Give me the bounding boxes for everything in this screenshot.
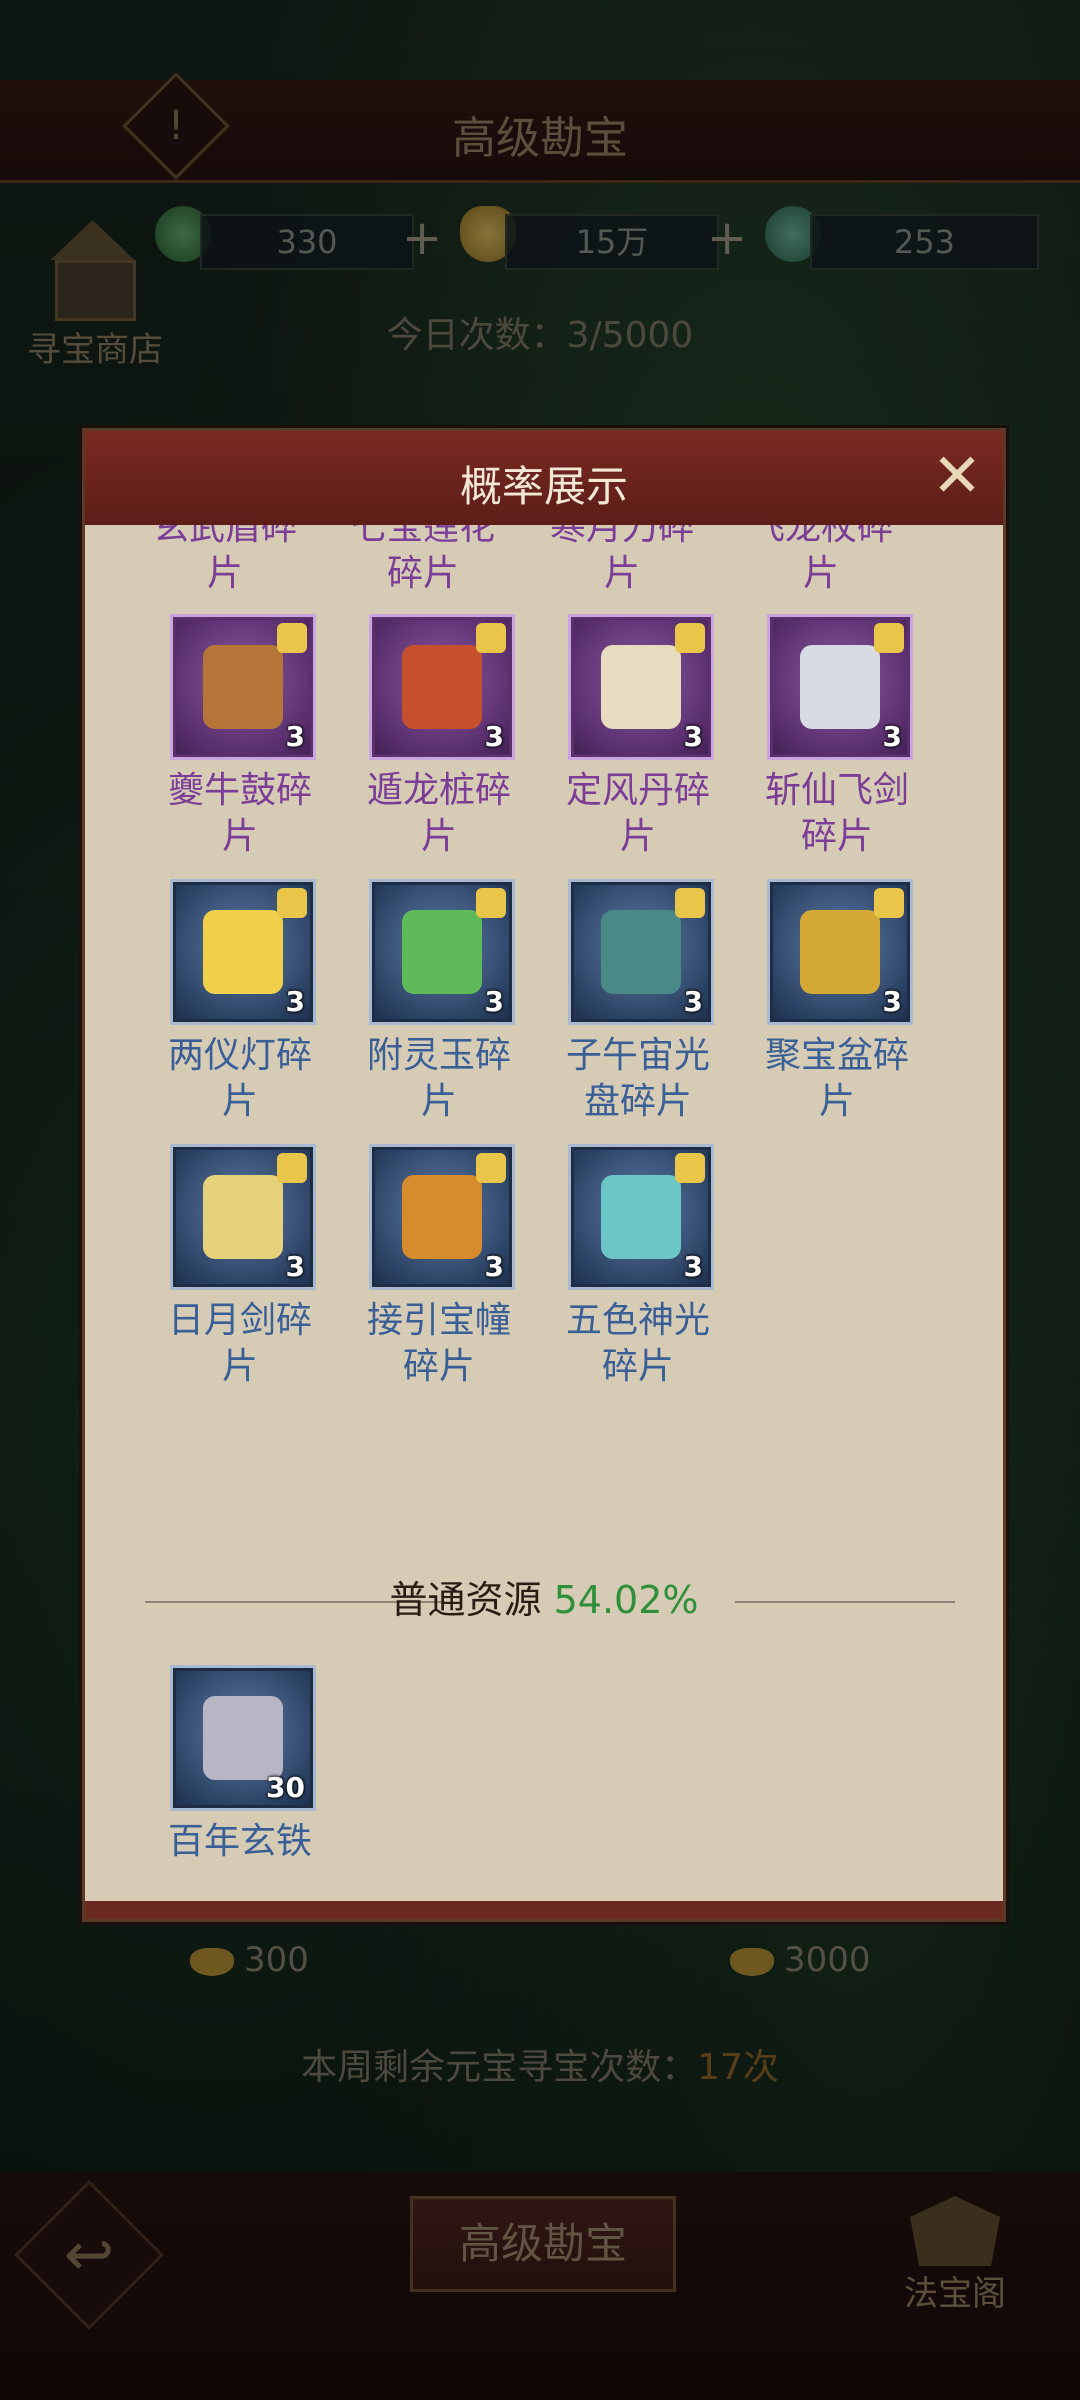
item-slot[interactable]: 3	[767, 614, 913, 760]
close-icon: ✕	[931, 441, 983, 511]
item-name: 五色神光 碎片	[565, 1300, 710, 1387]
close-button[interactable]: ✕	[929, 446, 985, 507]
item-count: 3	[484, 985, 504, 1018]
item-slot[interactable]: 3	[568, 879, 714, 1025]
puzzle-piece-icon	[476, 888, 506, 918]
puzzle-piece-icon	[675, 623, 705, 653]
item-slot[interactable]: 3	[369, 1144, 515, 1290]
item-count: 3	[683, 720, 703, 753]
item-art-icon	[601, 1175, 681, 1259]
puzzle-piece-icon	[277, 888, 307, 918]
item-name: 寒月刀碎片	[549, 525, 694, 594]
item-slot[interactable]: 30	[170, 1665, 316, 1811]
item-name: 百年玄铁	[167, 1821, 312, 1862]
puzzle-piece-icon	[277, 623, 307, 653]
item-art-icon	[800, 645, 880, 729]
modal-header: 概率展示 ✕	[85, 431, 1003, 525]
item-count: 3	[285, 985, 305, 1018]
modal-title: 概率展示	[459, 462, 628, 511]
modal-scroll-content[interactable]: 玄武盾碎片 七宝莲花 碎片 寒月刀碎片 飞龙杖碎片 3 夔牛鼓碎片 3 遁龙桩碎片 3 定风…	[85, 525, 1003, 1901]
section-percent: 54.02%	[553, 1578, 699, 1622]
puzzle-piece-icon	[476, 623, 506, 653]
item-name: 斩仙飞剑 碎片	[764, 770, 909, 857]
item-slot[interactable]: 3	[170, 614, 316, 760]
item-count: 3	[882, 720, 902, 753]
item-name: 附灵玉碎片	[366, 1035, 511, 1122]
puzzle-piece-icon	[675, 1153, 705, 1183]
item-slot[interactable]: 3	[568, 614, 714, 760]
item-name: 七宝莲花 碎片	[350, 525, 495, 594]
item-slot[interactable]: 3	[568, 1144, 714, 1290]
item-name: 夔牛鼓碎片	[167, 770, 312, 857]
item-art-icon	[203, 645, 283, 729]
item-art-icon	[203, 910, 283, 994]
item-name: 子午宙光 盘碎片	[565, 1035, 710, 1122]
item-art-icon	[601, 645, 681, 729]
item-slot[interactable]: 3	[767, 879, 913, 1025]
item-name: 定风丹碎片	[565, 770, 710, 857]
item-count: 30	[266, 1771, 305, 1804]
item-art-icon	[800, 910, 880, 994]
item-name: 飞龙杖碎片	[748, 525, 893, 594]
puzzle-piece-icon	[874, 888, 904, 918]
item-count: 3	[683, 985, 703, 1018]
divider-right	[735, 1601, 955, 1603]
item-slot[interactable]: 3	[369, 879, 515, 1025]
probability-modal: 概率展示 ✕ 玄武盾碎片 七宝莲花 碎片 寒月刀碎片 飞龙杖碎片 3 夔牛鼓碎片 3 遁…	[82, 428, 1006, 1922]
item-count: 3	[484, 720, 504, 753]
item-name: 两仪灯碎片	[167, 1035, 312, 1122]
item-art-icon	[402, 645, 482, 729]
item-name: 玄武盾碎片	[152, 525, 297, 594]
item-art-icon	[402, 910, 482, 994]
item-count: 3	[285, 720, 305, 753]
item-count: 3	[683, 1250, 703, 1283]
item-name: 日月剑碎片	[167, 1300, 312, 1387]
item-art-icon	[402, 1175, 482, 1259]
item-name: 聚宝盆碎片	[764, 1035, 909, 1122]
item-count: 3	[484, 1250, 504, 1283]
section-label: 普通资源	[389, 1578, 542, 1622]
puzzle-piece-icon	[277, 1153, 307, 1183]
item-slot[interactable]: 3	[170, 879, 316, 1025]
puzzle-piece-icon	[874, 623, 904, 653]
item-slot[interactable]: 3	[170, 1144, 316, 1290]
item-name: 接引宝幢 碎片	[366, 1300, 511, 1387]
puzzle-piece-icon	[476, 1153, 506, 1183]
item-count: 3	[285, 1250, 305, 1283]
section-header: 普通资源 54.02%	[85, 1569, 1003, 1624]
item-count: 3	[882, 985, 902, 1018]
item-art-icon	[203, 1175, 283, 1259]
item-slot[interactable]: 3	[369, 614, 515, 760]
modal-footer	[85, 1901, 1003, 1919]
item-art-icon	[203, 1696, 283, 1780]
puzzle-piece-icon	[675, 888, 705, 918]
item-art-icon	[601, 910, 681, 994]
item-name: 遁龙桩碎片	[366, 770, 511, 857]
